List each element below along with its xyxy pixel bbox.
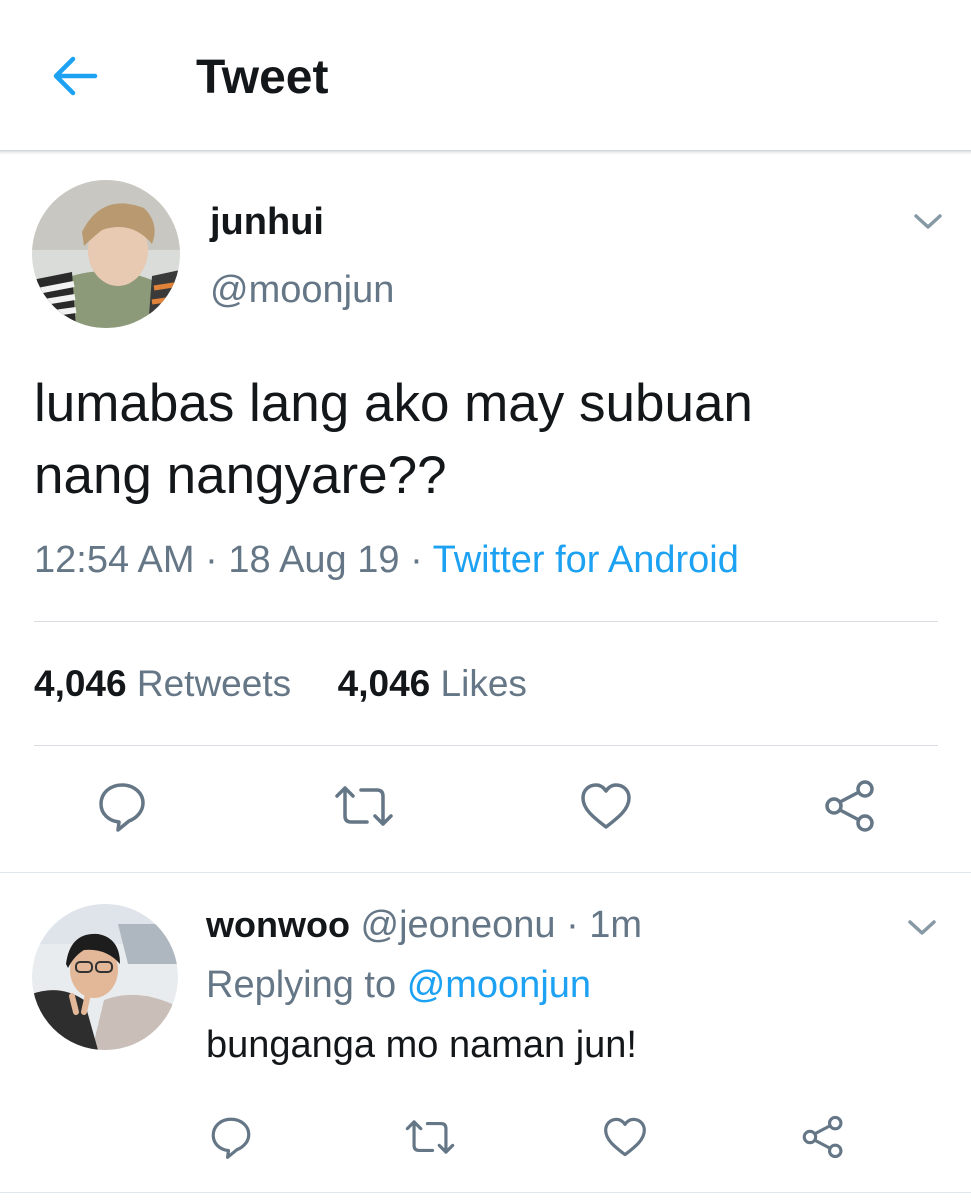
header-divider (0, 150, 971, 155)
page-title: Tweet (196, 51, 329, 104)
reply-time: 1m (589, 904, 643, 946)
reply-author-avatar[interactable] (32, 904, 178, 1050)
divider (34, 745, 938, 746)
tweet-text-line-2: nang nangyare?? (34, 446, 447, 505)
top-app-bar (0, 0, 971, 152)
retweet-button[interactable] (402, 1112, 458, 1162)
replying-to-label: Replying to (206, 964, 397, 1006)
tweet-text: lumabas lang ako may subuan nang nangyar… (34, 368, 934, 512)
author-handle[interactable]: @moonjun (210, 268, 394, 312)
reply-text: bunganga mo naman jun! (206, 1024, 637, 1066)
reply-icon (211, 1117, 251, 1159)
share-button[interactable] (820, 776, 880, 836)
reply-author-name[interactable]: wonwoo (206, 904, 350, 945)
retweets-label: Retweets (136, 663, 292, 704)
retweet-icon (335, 786, 393, 826)
tweet-stats: 4,046 Retweets 4,046 Likes (34, 660, 527, 708)
like-button[interactable] (576, 776, 636, 836)
reply-button[interactable] (92, 776, 152, 836)
reply-button[interactable] (206, 1112, 256, 1162)
reply-menu-button[interactable] (900, 910, 944, 946)
like-icon (604, 1117, 646, 1157)
share-button[interactable] (798, 1112, 848, 1162)
like-button[interactable] (600, 1112, 650, 1162)
section-divider (0, 872, 971, 873)
avatar-image (32, 904, 178, 1050)
retweets-count: 4,046 (34, 663, 127, 704)
author-avatar[interactable] (32, 180, 180, 328)
arrow-left-icon (53, 56, 98, 96)
likes-stat[interactable]: 4,046 Likes (338, 663, 527, 704)
section-divider (0, 1192, 971, 1193)
tweet-text-line-1: lumabas lang ako may subuan (34, 374, 753, 433)
reply-author-handle[interactable]: @jeoneonu (361, 904, 556, 946)
chevron-down-icon (908, 920, 936, 935)
tweet-date: 18 Aug 19 (228, 539, 400, 581)
back-button[interactable] (48, 52, 102, 100)
reply-icon (99, 783, 145, 832)
replying-to-mention[interactable]: @moonjun (407, 964, 591, 1006)
divider (34, 621, 938, 622)
author-name[interactable]: junhui (210, 200, 324, 244)
tweet-time: 12:54 AM (34, 539, 195, 581)
likes-count: 4,046 (337, 663, 431, 704)
share-icon (802, 1115, 843, 1159)
retweet-button[interactable] (332, 776, 396, 836)
retweets-stat[interactable]: 4,046 Retweets (34, 663, 291, 704)
retweet-icon (405, 1120, 455, 1154)
meta-separator: · (410, 539, 423, 581)
meta-separator: · (205, 539, 218, 581)
share-icon (825, 780, 874, 832)
like-icon (581, 783, 631, 829)
tweet-menu-button[interactable] (906, 204, 950, 240)
likes-label: Likes (440, 663, 527, 704)
replying-to: Replying to @moonjun (206, 962, 591, 1008)
tweet-source-link[interactable]: Twitter for Android (433, 539, 739, 581)
avatar-image (32, 180, 180, 328)
reply-header: wonwoo @jeoneonu · 1m (206, 902, 642, 948)
chevron-down-icon (914, 214, 942, 229)
tweet-metadata: 12:54 AM · 18 Aug 19 · Twitter for Andro… (34, 536, 739, 584)
meta-separator: · (566, 904, 579, 946)
